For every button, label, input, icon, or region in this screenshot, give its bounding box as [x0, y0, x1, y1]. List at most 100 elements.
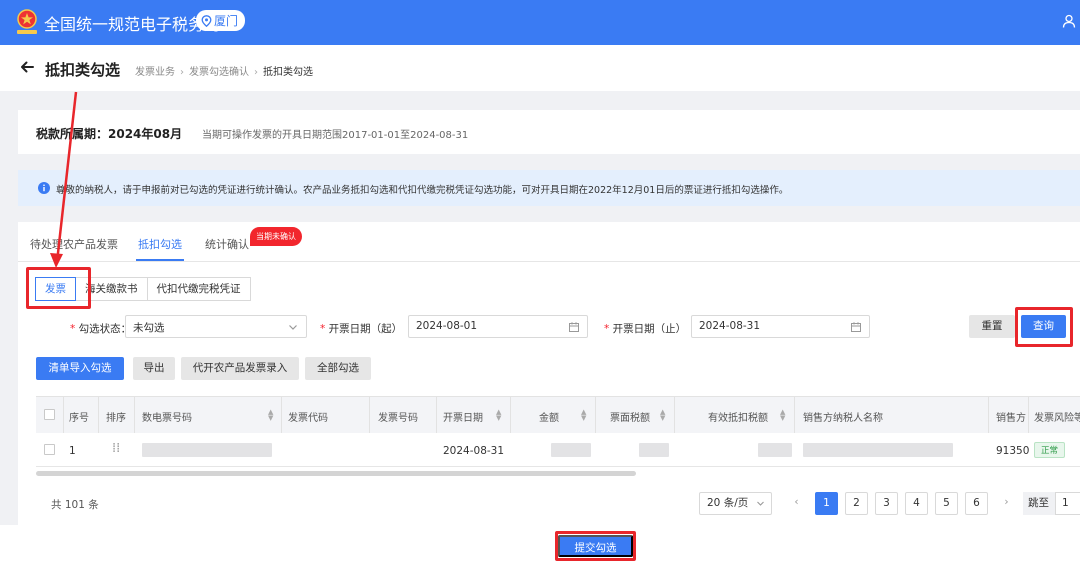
breadcrumb-item[interactable]: 发票业务	[135, 63, 175, 78]
start-date-label: * 开票日期（起）	[320, 321, 402, 336]
status-select[interactable]: 未勾选	[125, 315, 307, 338]
query-button[interactable]: 查询	[1021, 315, 1066, 338]
column-header-seller-tax-id: 销售方	[996, 413, 1026, 424]
column-divider	[98, 397, 99, 433]
page-button[interactable]: 6	[965, 492, 988, 515]
column-divider	[436, 397, 437, 433]
drag-handle-icon[interactable]: ⁞⁞	[112, 442, 120, 455]
start-date-text: 开票日期（起）	[328, 323, 403, 335]
total-count: 共 101 条	[51, 499, 99, 511]
column-header-divider	[134, 397, 135, 433]
subtab-invoice[interactable]: 发票	[35, 277, 76, 301]
table-row[interactable]: 1 ⁞⁞ 2024-08-31 91350 正常	[36, 433, 1080, 467]
sort-icon[interactable]: ▲ ▼	[496, 409, 501, 422]
chevron-right-icon: ›	[180, 67, 184, 78]
top-bar: 全国统一规范电子税务局 厦门	[0, 0, 1080, 45]
redacted-invoice-number	[142, 443, 272, 457]
import-list-select-button[interactable]: 清单导入勾选	[36, 357, 124, 380]
horizontal-scrollbar[interactable]	[36, 471, 636, 476]
city-selector[interactable]: 厦门	[196, 10, 246, 31]
page-button[interactable]: 3	[875, 492, 898, 515]
column-header-amount: 金额	[539, 413, 559, 424]
column-header-sort-order: 排序	[106, 413, 126, 424]
sort-icon[interactable]: ▲ ▼	[581, 409, 586, 422]
tab-statistics-confirm[interactable]: 统计确认	[205, 236, 249, 252]
breadcrumb: 发票业务 › 发票勾选确认 › 抵扣类勾选	[135, 63, 313, 78]
tax-period-bar: 税款所属期：2024年08月 当期可操作发票的开具日期范围2017-01-01至…	[18, 110, 1080, 154]
reset-button[interactable]: 重置	[969, 315, 1015, 338]
page-jump: 跳至 1	[1023, 492, 1080, 515]
risk-status-tag: 正常	[1034, 442, 1066, 458]
sort-icon[interactable]: ▲ ▼	[660, 409, 665, 422]
column-header-seller-name: 销售方纳税人名称	[803, 413, 883, 424]
tab-deduction-select[interactable]: 抵扣勾选	[138, 236, 182, 252]
column-divider	[281, 397, 282, 433]
column-header-index: 序号	[69, 413, 89, 424]
sort-icon[interactable]: ▲ ▼	[268, 409, 273, 422]
export-button[interactable]: 导出	[133, 357, 175, 380]
sort-icon[interactable]: ▲ ▼	[780, 409, 785, 422]
column-header-deductible-tax: 有效抵扣税额	[708, 413, 768, 424]
column-divider	[369, 397, 370, 433]
back-arrow-icon[interactable]	[19, 59, 35, 75]
page-jump-input[interactable]: 1	[1055, 492, 1080, 515]
tax-period-note: 当期可操作发票的开具日期范围2017-01-01至2024-08-31	[202, 130, 469, 141]
subtab-customs-payment[interactable]: 海关缴款书	[75, 277, 148, 301]
chevron-right-icon: ›	[254, 67, 258, 78]
page-button[interactable]: 2	[845, 492, 868, 515]
page-size-value: 20 条/页	[707, 497, 749, 509]
chevron-down-icon	[757, 501, 764, 506]
column-header-risk-level: 发票风险等	[1034, 413, 1080, 424]
subtab-withholding-certificate[interactable]: 代扣代缴完税凭证	[146, 277, 251, 301]
table-header: 序号 排序 数电票号码 ▲ ▼ 发票代码 发票号码 开票日期 ▲ ▼ 金额 ▲ ▼ 票…	[36, 397, 1080, 433]
app-title: 全国统一规范电子税务局	[44, 15, 221, 34]
page-size-select[interactable]: 20 条/页	[699, 492, 772, 515]
info-icon	[38, 182, 50, 194]
breadcrumb-item[interactable]: 发票勾选确认	[189, 63, 249, 78]
end-date-label: * 开票日期（止）	[604, 321, 686, 336]
select-all-checkbox[interactable]	[44, 409, 55, 420]
tab-bar: 待处理农产品发票 抵扣勾选 统计确认 当期未确认	[18, 222, 1080, 262]
column-header-tax-amount: 票面税额	[610, 413, 650, 424]
end-date-input[interactable]: 2024-08-31	[691, 315, 870, 338]
notice-banner: 尊敬的纳税人，请于申报前对已勾选的凭证进行统计确认。农产品业务抵扣勾选和代扣代缴…	[18, 170, 1080, 206]
start-date-input[interactable]: 2024-08-01	[408, 315, 588, 338]
page-button[interactable]: 4	[905, 492, 928, 515]
page-button[interactable]: 5	[935, 492, 958, 515]
page-title: 抵扣类勾选	[45, 61, 121, 79]
row-checkbox[interactable]	[44, 444, 55, 455]
breadcrumb-current: 抵扣类勾选	[263, 67, 313, 78]
next-page-icon[interactable]: ›	[995, 492, 1018, 515]
agricultural-invoice-entry-button[interactable]: 代开农产品发票录入	[181, 357, 299, 380]
submit-selection-button[interactable]: 提交勾选	[558, 535, 633, 557]
status-filter-label: * 勾选状态：	[70, 321, 131, 336]
redacted-amount	[551, 443, 591, 457]
notice-text: 尊敬的纳税人，请于申报前对已勾选的凭证进行统计确认。农产品业务抵扣勾选和代扣代缴…	[56, 185, 789, 196]
page-button[interactable]: 1	[815, 492, 838, 515]
city-label: 厦门	[214, 14, 239, 28]
required-mark: *	[320, 323, 329, 335]
column-divider	[63, 397, 64, 433]
chevron-down-icon	[289, 325, 297, 330]
column-divider	[1028, 397, 1029, 433]
invoice-table: 序号 排序 数电票号码 ▲ ▼ 发票代码 发票号码 开票日期 ▲ ▼ 金额 ▲ ▼ 票…	[36, 396, 1080, 470]
user-icon[interactable]	[1062, 14, 1076, 28]
status-badge: 当期未确认	[250, 227, 302, 246]
column-divider	[674, 397, 675, 433]
status-filter-text: 勾选状态	[78, 323, 121, 335]
status-select-value: 未勾选	[133, 322, 165, 334]
page-jump-label: 跳至	[1028, 497, 1049, 509]
redacted-tax-amount	[639, 443, 669, 457]
tax-period-label: 税款所属期：2024年08月	[36, 127, 183, 141]
column-divider	[595, 397, 596, 433]
tax-emblem-icon	[17, 9, 37, 34]
tab-pending-agricultural[interactable]: 待处理农产品发票	[30, 236, 118, 252]
prev-page-icon[interactable]: ‹	[785, 492, 808, 515]
select-all-button[interactable]: 全部勾选	[305, 357, 371, 380]
column-header-invoice-no: 发票号码	[378, 413, 418, 424]
redacted-seller-name	[803, 443, 953, 457]
active-tab-indicator	[136, 259, 184, 261]
calendar-icon	[569, 322, 579, 332]
column-header-digital-invoice-number: 数电票号码	[142, 413, 192, 424]
required-mark: *	[70, 323, 79, 335]
